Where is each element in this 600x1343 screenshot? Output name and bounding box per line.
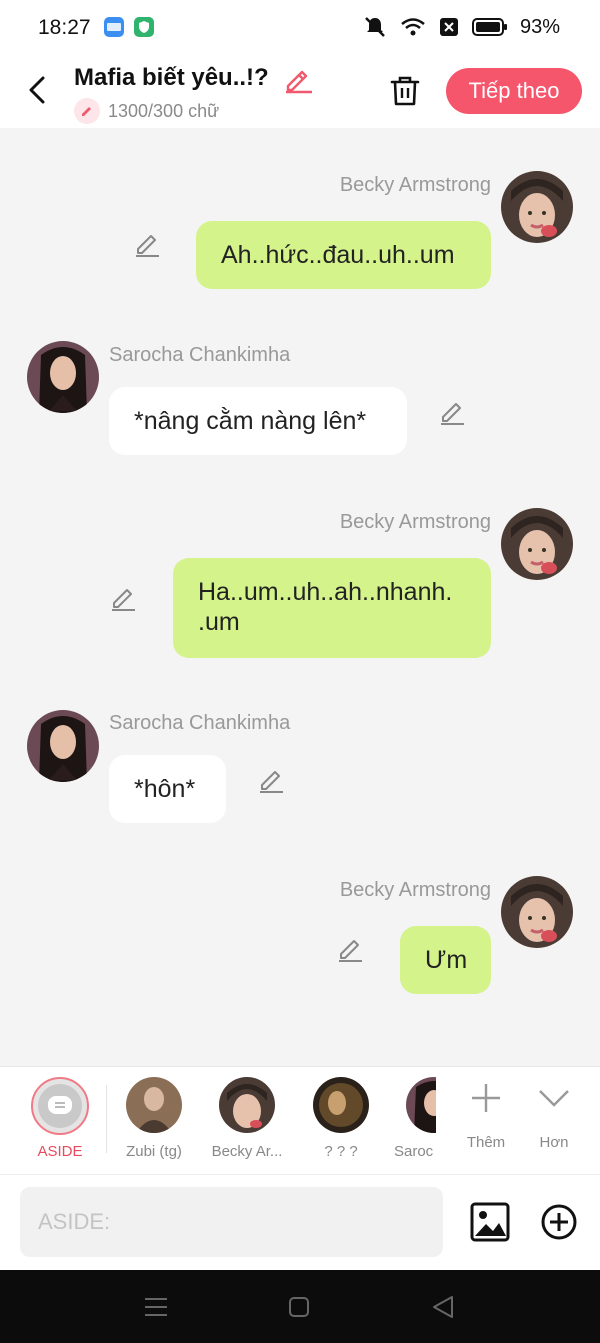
status-indicators: 93% <box>362 14 560 40</box>
avatar <box>219 1077 275 1133</box>
character-label: ASIDE <box>37 1143 83 1160</box>
sender-name: Becky Armstrong <box>339 879 491 901</box>
more-button[interactable]: Thêm <box>450 1077 522 1151</box>
message-line: .um <box>198 608 240 636</box>
status-bar: 18:27 93% <box>0 0 600 54</box>
insert-image-button[interactable] <box>470 1202 510 1242</box>
pencil-icon <box>136 235 159 257</box>
pencil-icon <box>441 403 464 425</box>
message-input[interactable] <box>20 1187 443 1257</box>
character-label: Becky Ar... <box>211 1143 283 1160</box>
character-selector: ASIDE Zubi (tg) Becky Ar... ? ? ? Saroc … <box>0 1066 600 1174</box>
collapse-button[interactable]: Hơn <box>518 1077 590 1151</box>
avatar-sarocha[interactable] <box>27 710 99 782</box>
character-unknown[interactable]: ? ? ? <box>296 1077 386 1160</box>
home-icon[interactable] <box>286 1294 312 1320</box>
avatar-becky[interactable] <box>501 876 573 948</box>
sender-name: Becky Armstrong <box>339 511 491 533</box>
word-count-badge <box>74 98 100 124</box>
sender-name: Sarocha Chankimha <box>109 344 291 366</box>
wifi-icon <box>401 18 425 36</box>
avatar <box>313 1077 369 1133</box>
avatar-becky[interactable] <box>501 508 573 580</box>
back-nav-icon[interactable] <box>430 1294 456 1320</box>
chat-message: Sarocha Chankimha *hôn* <box>0 696 600 836</box>
chat-area: Becky Armstrong Ah..hức..đau..uh..um Sar… <box>0 128 600 1066</box>
pencil-icon <box>339 940 362 962</box>
next-button[interactable]: Tiếp theo <box>446 68 582 114</box>
back-button[interactable] <box>20 70 54 110</box>
avatar-becky[interactable] <box>501 171 573 243</box>
collapse-label: Hơn <box>539 1134 569 1151</box>
message-bubble[interactable]: Ưm <box>400 926 491 994</box>
word-count: 1300/300 chữ <box>74 98 219 124</box>
word-count-text: 1300/300 chữ <box>108 100 220 121</box>
character-sarocha[interactable]: Saroc <box>390 1077 436 1160</box>
plus-circle-icon <box>541 1204 577 1240</box>
menu-icon[interactable] <box>143 1294 169 1320</box>
edit-message-button[interactable] <box>109 584 137 612</box>
pencil-icon <box>112 589 135 611</box>
plus-icon <box>472 1084 500 1112</box>
aside-avatar <box>31 1077 89 1135</box>
character-label: ? ? ? <box>324 1143 358 1160</box>
edit-message-button[interactable] <box>133 230 161 258</box>
avatar-sarocha[interactable] <box>27 341 99 413</box>
edit-title-button[interactable] <box>282 64 314 94</box>
avatar <box>126 1077 182 1133</box>
chat-message: Sarocha Chankimha *nâng cằm nàng lên* <box>0 328 600 468</box>
input-bar <box>0 1174 600 1270</box>
message-bubble[interactable]: *hôn* <box>109 755 226 823</box>
image-icon <box>470 1202 510 1242</box>
sender-name: Becky Armstrong <box>339 174 491 196</box>
more-label: Thêm <box>466 1134 506 1151</box>
battery-percent: 93% <box>519 15 560 38</box>
no-sim-icon <box>439 18 458 36</box>
character-label: Saroc <box>394 1143 434 1160</box>
avatar <box>406 1077 436 1133</box>
pen-icon <box>82 107 91 116</box>
divider <box>106 1085 107 1153</box>
chevron-down-icon <box>539 1090 569 1107</box>
edit-message-button[interactable] <box>438 398 466 426</box>
edit-message-button[interactable] <box>257 766 285 794</box>
chat-message: Becky Armstrong Ha..um..uh..ah..nhanh. .… <box>0 468 600 668</box>
message-bubble[interactable]: *nâng cằm nàng lên* <box>109 387 407 455</box>
chevron-left-icon <box>29 76 45 104</box>
shield-app-icon <box>134 17 154 37</box>
character-label: Zubi (tg) <box>126 1143 182 1160</box>
message-bubble[interactable]: Ha..um..uh..ah..nhanh. .um <box>173 558 491 658</box>
system-nav-bar <box>0 1270 600 1343</box>
character-aside[interactable]: ASIDE <box>15 1077 105 1160</box>
trash-icon <box>390 76 420 106</box>
battery-icon <box>471 18 507 36</box>
edit-message-button[interactable] <box>336 935 364 963</box>
status-time: 18:27 <box>38 16 91 39</box>
chat-message: Becky Armstrong Ah..hức..đau..uh..um <box>0 128 600 298</box>
pencil-icon <box>260 771 283 793</box>
message-bubble[interactable]: Ah..hức..đau..uh..um <box>196 221 491 289</box>
chat-message: Becky Armstrong Ưm <box>0 836 600 1006</box>
character-zubi[interactable]: Zubi (tg) <box>109 1077 199 1160</box>
story-title: Mafia biết yêu..!? <box>74 64 269 91</box>
pencil-icon <box>286 70 312 94</box>
header: Mafia biết yêu..!? 1300/300 chữ Tiếp the… <box>0 54 600 128</box>
add-button[interactable] <box>540 1203 578 1241</box>
mute-icon <box>365 17 385 37</box>
novel-app-icon <box>104 17 124 37</box>
speech-bubble-icon <box>48 1096 72 1114</box>
message-line: Ha..um..uh..ah..nhanh. <box>198 578 453 606</box>
character-becky[interactable]: Becky Ar... <box>202 1077 292 1160</box>
delete-button[interactable] <box>386 72 424 110</box>
sender-name: Sarocha Chankimha <box>109 712 291 734</box>
